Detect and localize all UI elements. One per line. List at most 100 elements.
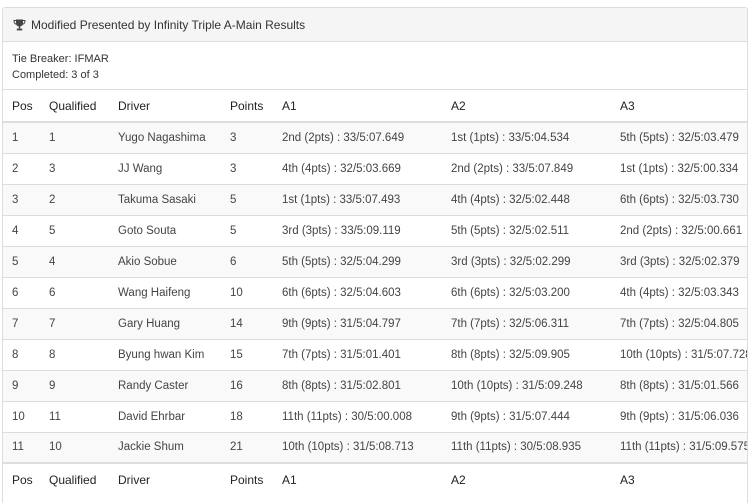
cell-a2: 8th (8pts) : 32/5:09.905 — [442, 338, 611, 370]
cell-qualified: 11 — [40, 400, 109, 432]
trophy-icon — [13, 19, 26, 31]
cell-driver: David Ehrbar — [109, 400, 221, 432]
cell-qualified: 7 — [40, 307, 109, 339]
cell-a3: 11th (11pts) : 31/5:09.575 — [611, 431, 747, 463]
cell-points: 6 — [221, 245, 273, 277]
cell-pos: 3 — [3, 183, 40, 215]
cell-qualified: 9 — [40, 369, 109, 401]
completed-text: Completed: 3 of 3 — [12, 69, 99, 81]
cell-a2: 3rd (3pts) : 32/5:02.299 — [442, 245, 611, 277]
cell-a2: 2nd (2pts) : 33/5:07.849 — [442, 152, 611, 184]
cell-driver: Takuma Sasaki — [109, 183, 221, 215]
header-a2: A2 — [442, 90, 611, 123]
cell-a1: 5th (5pts) : 32/5:04.299 — [273, 245, 442, 277]
cell-a3: 3rd (3pts) : 32/5:02.379 — [611, 245, 747, 277]
header-qualified: Qualified — [40, 90, 109, 123]
cell-points: 16 — [221, 369, 273, 401]
table-row: 7 7 Gary Huang 14 9th (9pts) : 31/5:04.797 7t… — [3, 307, 747, 339]
cell-a3: 1st (1pts) : 32/5:00.334 — [611, 152, 747, 184]
table-row: 3 2 Takuma Sasaki 5 1st (1pts) : 33/5:07.493… — [3, 183, 747, 215]
cell-pos: 11 — [3, 431, 40, 463]
cell-a1: 7th (7pts) : 31/5:01.401 — [273, 338, 442, 370]
table-row: 5 4 Akio Sobue 6 5th (5pts) : 32/5:04.299 3rd… — [3, 245, 747, 277]
cell-qualified: 1 — [40, 121, 109, 153]
table-row: 4 5 Goto Souta 5 3rd (3pts) : 33/5:09.119 5th… — [3, 214, 747, 246]
race-info: Tie Breaker: IFMAR Completed: 3 of 3 — [3, 42, 747, 90]
cell-driver: Akio Sobue — [109, 245, 221, 277]
cell-points: 15 — [221, 338, 273, 370]
cell-points: 10 — [221, 276, 273, 308]
footer-a3: A3 — [611, 462, 747, 495]
table-row: 11 10 Jackie Shum 21 10th (10pts) : 31/5:08.… — [3, 431, 747, 463]
cell-a1: 11th (11pts) : 30/5:00.008 — [273, 400, 442, 432]
cell-points: 18 — [221, 400, 273, 432]
cell-a2: 9th (9pts) : 31/5:07.444 — [442, 400, 611, 432]
cell-qualified: 5 — [40, 214, 109, 246]
cell-qualified: 10 — [40, 431, 109, 463]
table-row: 2 3 JJ Wang 3 4th (4pts) : 32/5:03.669 2nd (2… — [3, 152, 747, 184]
cell-a1: 2nd (2pts) : 33/5:07.649 — [273, 121, 442, 153]
footer-driver: Driver — [109, 462, 221, 495]
footer-pos: Pos — [3, 462, 40, 495]
table-row: 1 1 Yugo Nagashima 3 2nd (2pts) : 33/5:07.64… — [3, 121, 747, 153]
cell-pos: 1 — [3, 121, 40, 153]
cell-qualified: 2 — [40, 183, 109, 215]
cell-a3: 6th (6pts) : 32/5:03.730 — [611, 183, 747, 215]
cell-a2: 4th (4pts) : 32/5:02.448 — [442, 183, 611, 215]
cell-a1: 6th (6pts) : 32/5:04.603 — [273, 276, 442, 308]
cell-driver: Goto Souta — [109, 214, 221, 246]
cell-qualified: 8 — [40, 338, 109, 370]
cell-a2: 10th (10pts) : 31/5:09.248 — [442, 369, 611, 401]
panel-heading: Modified Presented by Infinity Triple A-… — [3, 8, 747, 42]
cell-a3: 5th (5pts) : 32/5:03.479 — [611, 121, 747, 153]
cell-a3: 7th (7pts) : 32/5:04.805 — [611, 307, 747, 339]
cell-driver: Wang Haifeng — [109, 276, 221, 308]
results-body: 1 1 Yugo Nagashima 3 2nd (2pts) : 33/5:07.64… — [3, 121, 747, 463]
cell-driver: JJ Wang — [109, 152, 221, 184]
tie-breaker-text: Tie Breaker: IFMAR — [12, 53, 109, 65]
cell-pos: 5 — [3, 245, 40, 277]
cell-points: 3 — [221, 121, 273, 153]
cell-driver: Byung hwan Kim — [109, 338, 221, 370]
footer-a2: A2 — [442, 462, 611, 495]
cell-qualified: 4 — [40, 245, 109, 277]
cell-qualified: 6 — [40, 276, 109, 308]
cell-a1: 1st (1pts) : 33/5:07.493 — [273, 183, 442, 215]
cell-qualified: 3 — [40, 152, 109, 184]
header-row: Pos Qualified Driver Points A1 A2 A3 — [3, 90, 747, 123]
cell-pos: 2 — [3, 152, 40, 184]
cell-a1: 8th (8pts) : 31/5:02.801 — [273, 369, 442, 401]
cell-points: 3 — [221, 152, 273, 184]
footer-qualified: Qualified — [40, 462, 109, 495]
cell-a1: 9th (9pts) : 31/5:04.797 — [273, 307, 442, 339]
cell-driver: Randy Caster — [109, 369, 221, 401]
cell-pos: 6 — [3, 276, 40, 308]
results-panel: Modified Presented by Infinity Triple A-… — [2, 7, 748, 503]
cell-pos: 8 — [3, 338, 40, 370]
header-a3: A3 — [611, 90, 747, 123]
cell-driver: Gary Huang — [109, 307, 221, 339]
cell-points: 21 — [221, 431, 273, 463]
cell-driver: Yugo Nagashima — [109, 121, 221, 153]
cell-a1: 10th (10pts) : 31/5:08.713 — [273, 431, 442, 463]
cell-points: 14 — [221, 307, 273, 339]
cell-a1: 4th (4pts) : 32/5:03.669 — [273, 152, 442, 184]
cell-a3: 8th (8pts) : 31/5:01.566 — [611, 369, 747, 401]
cell-pos: 7 — [3, 307, 40, 339]
table-row: 10 11 David Ehrbar 18 11th (11pts) : 30/5:00… — [3, 400, 747, 432]
footer-row: Pos Qualified Driver Points A1 A2 A3 — [3, 462, 747, 495]
cell-driver: Jackie Shum — [109, 431, 221, 463]
table-row: 8 8 Byung hwan Kim 15 7th (7pts) : 31/5:01.4… — [3, 338, 747, 370]
cell-a3: 10th (10pts) : 31/5:07.728 — [611, 338, 747, 370]
cell-a1: 3rd (3pts) : 33/5:09.119 — [273, 214, 442, 246]
results-table: Pos Qualified Driver Points A1 A2 A3 1 1 Yugo Na… — [3, 90, 747, 495]
cell-a2: 6th (6pts) : 32/5:03.200 — [442, 276, 611, 308]
cell-a2: 5th (5pts) : 32/5:02.511 — [442, 214, 611, 246]
cell-a2: 7th (7pts) : 32/5:06.311 — [442, 307, 611, 339]
cell-points: 5 — [221, 183, 273, 215]
cell-a2: 11th (11pts) : 30/5:08.935 — [442, 431, 611, 463]
cell-pos: 4 — [3, 214, 40, 246]
footer-points: Points — [221, 462, 273, 495]
header-driver: Driver — [109, 90, 221, 123]
header-a1: A1 — [273, 90, 442, 123]
